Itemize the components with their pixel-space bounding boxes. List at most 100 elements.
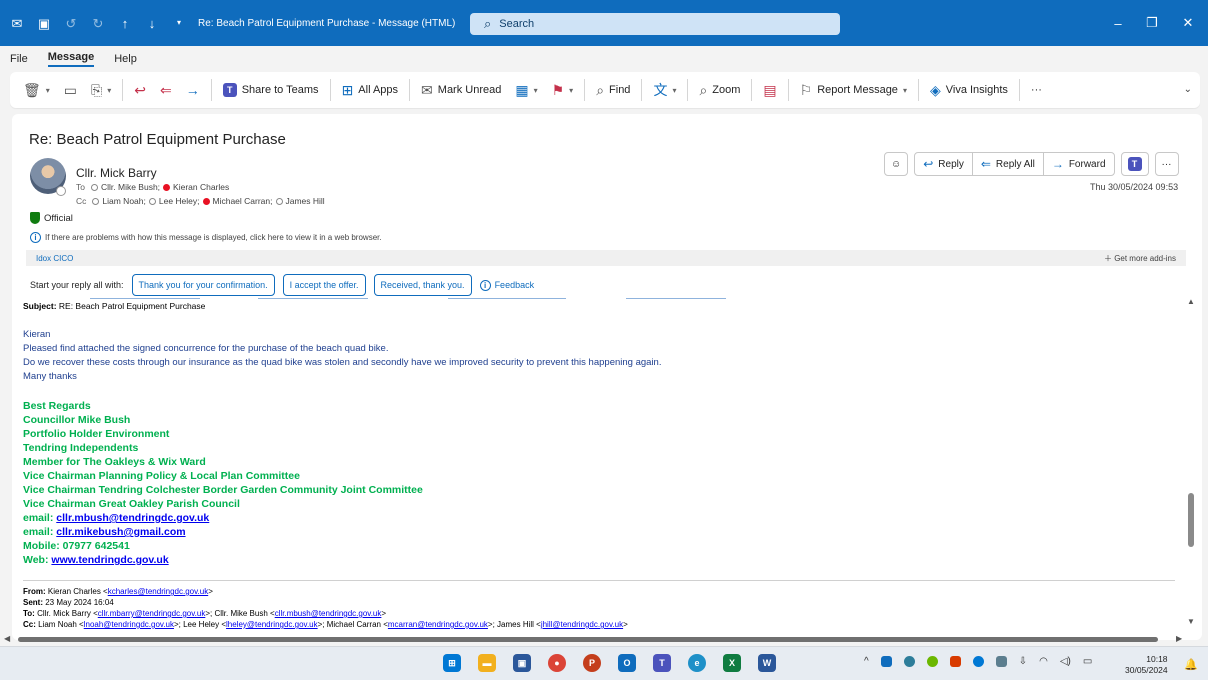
delete-button[interactable]: 🗑 ▾ (18, 77, 55, 103)
move-button[interactable]: ⎘ ▾ (86, 77, 116, 103)
get-more-addins-button[interactable]: ＋ Get more add-ins (1104, 253, 1176, 264)
recipient[interactable]: Kieran Charles (173, 182, 229, 192)
more-ribbon-button[interactable]: ··· (1026, 77, 1047, 103)
recipient[interactable]: Liam Noah; (102, 196, 145, 206)
suggested-reply-chip[interactable]: I accept the offer. (282, 274, 366, 296)
scroll-thumb[interactable] (1188, 493, 1194, 547)
categorize-button[interactable]: ▦ ▾ (510, 77, 542, 103)
save-icon[interactable]: ▣ (37, 16, 51, 30)
more-actions-button[interactable]: ··· (1154, 152, 1179, 176)
reply-all-ribbon-button[interactable]: ⇐ (155, 77, 177, 103)
scroll-thumb[interactable] (18, 637, 1158, 642)
notification-bell-icon[interactable]: 🔔 (1184, 658, 1198, 671)
scroll-left-icon[interactable]: ◀ (4, 634, 10, 643)
mark-unread-button[interactable]: ✉ Mark Unread (416, 77, 506, 103)
addin-idox-cico[interactable]: Idox CICO (36, 254, 73, 263)
excel-icon[interactable]: X (723, 654, 741, 672)
archive-button[interactable]: ▭ (59, 77, 82, 103)
outlook-icon[interactable]: O (618, 654, 636, 672)
feedback-button[interactable]: i Feedback (479, 279, 534, 291)
cc-label: Cc: (23, 620, 36, 629)
menu-file[interactable]: File (10, 53, 28, 65)
reply-ribbon-button[interactable]: ↩ (129, 77, 151, 103)
clock[interactable]: 10:18 30/05/2024 (1125, 654, 1168, 676)
flag-button[interactable]: ⚑ ▾ (547, 77, 579, 103)
display-info-bar[interactable]: i If there are problems with how this me… (30, 232, 382, 243)
email-link[interactable]: cllr.mikebush@gmail.com (56, 526, 185, 538)
customize-toolbar-icon[interactable]: ▾ (172, 16, 186, 30)
recipient[interactable]: Cllr. Mike Bush; (101, 182, 160, 192)
suggested-reply-chip[interactable]: Received, thank you. (373, 274, 472, 296)
email-link[interactable]: cllr.mbush@tendringdc.gov.uk (275, 609, 382, 618)
calendar-button[interactable]: ▤ (758, 77, 781, 103)
menu-message[interactable]: Message (47, 51, 95, 67)
word-icon[interactable]: W (758, 654, 776, 672)
quoted-headers: From: Kieran Charles <kcharles@tendringd… (23, 587, 628, 629)
previous-item-icon[interactable]: ↑ (118, 16, 132, 30)
powerpoint-icon[interactable]: P (583, 654, 601, 672)
cc-recipients: Cc Liam Noah; Lee Heley; Michael Carran;… (76, 196, 325, 206)
bluetooth-icon[interactable] (972, 656, 984, 667)
all-apps-button[interactable]: ⊞ All Apps (337, 77, 403, 103)
share-to-teams-button[interactable]: T Share to Teams (218, 77, 324, 103)
undo-icon[interactable]: ↺ (64, 16, 78, 30)
chrome-icon[interactable]: ● (548, 654, 566, 672)
emoji-reaction-button[interactable]: ☺ (884, 152, 909, 176)
store-icon[interactable]: ▣ (513, 654, 531, 672)
volume-icon[interactable]: ◁) (1060, 656, 1071, 667)
horizontal-scrollbar[interactable]: ◀ ▶ (4, 634, 1188, 645)
vertical-scrollbar[interactable]: ▲ ▼ (1184, 297, 1198, 627)
suggested-reply-chip[interactable]: Thank you for your confirmation. (131, 274, 275, 296)
forward-ribbon-button[interactable]: → (181, 77, 205, 103)
web-label: Web: (23, 554, 49, 566)
translate-button[interactable]: 文 ▾ (648, 77, 681, 103)
redo-icon[interactable]: ↻ (91, 16, 105, 30)
email-link[interactable]: jhill@tendringdc.gov.uk (541, 620, 623, 629)
scroll-up-icon[interactable]: ▲ (1187, 297, 1195, 306)
email-link[interactable]: lnoah@tendringdc.gov.uk (84, 620, 174, 629)
recipient[interactable]: Lee Heley; (159, 196, 200, 206)
reply-all-button[interactable]: ⇐ Reply All (973, 153, 1044, 175)
chevron-down-icon: ▾ (107, 85, 112, 95)
expand-ribbon-icon[interactable]: ⌄ (1184, 84, 1192, 95)
email-link[interactable]: mcarran@tendringdc.gov.uk (388, 620, 488, 629)
find-button[interactable]: ⌕ Find (591, 77, 635, 103)
restore-icon[interactable]: ❐ (1132, 0, 1172, 46)
scroll-down-icon[interactable]: ▼ (1187, 617, 1195, 626)
office-tray-icon[interactable] (949, 656, 961, 667)
email-link[interactable]: kcharles@tendringdc.gov.uk (108, 587, 208, 596)
email-link[interactable]: cllr.mbush@tendringdc.gov.uk (56, 512, 209, 524)
teams-button[interactable]: T (1120, 152, 1149, 176)
battery-icon[interactable]: ▭ (1083, 656, 1092, 667)
sender-name[interactable]: Cllr. Mick Barry (76, 166, 157, 180)
sync-tray-icon[interactable] (903, 656, 915, 667)
email-link[interactable]: cllr.mbarry@tendringdc.gov.uk (98, 609, 206, 618)
security-tray-icon[interactable] (995, 656, 1007, 667)
wifi-icon[interactable]: ◠ (1039, 656, 1048, 667)
search-box[interactable]: ⌕ Search (470, 13, 840, 35)
ribbon: 🗑 ▾ ▭ ⎘ ▾ ↩ ⇐ → T Share to Teams ⊞ All Apps … (10, 72, 1200, 108)
web-link[interactable]: www.tendringdc.gov.uk (51, 554, 168, 566)
recipient[interactable]: Michael Carran; (213, 196, 273, 206)
show-hidden-icons-icon[interactable]: ^ (864, 656, 869, 667)
close-icon[interactable]: ✕ (1168, 0, 1208, 46)
app-tray-icon[interactable] (926, 656, 938, 667)
recipient[interactable]: James Hill (286, 196, 325, 206)
report-message-button[interactable]: ⚐ Report Message ▾ (795, 77, 912, 103)
scroll-right-icon[interactable]: ▶ (1176, 634, 1182, 643)
start-icon[interactable]: ⊞ (443, 654, 461, 672)
menu-help[interactable]: Help (114, 53, 137, 65)
zoom-button[interactable]: ⌕ Zoom (694, 77, 745, 103)
viva-insights-button[interactable]: ◈ Viva Insights (925, 77, 1013, 103)
edge-icon[interactable]: e (688, 654, 706, 672)
ribbon-divider (584, 79, 586, 101)
usb-icon[interactable]: ⇩ (1019, 656, 1027, 667)
forward-button[interactable]: → Forward (1044, 153, 1114, 175)
email-link[interactable]: lheley@tendringdc.gov.uk (226, 620, 318, 629)
apps-icon: ⊞ (341, 82, 354, 98)
file-explorer-icon[interactable]: ▬ (478, 654, 496, 672)
outlook-tray-icon[interactable] (880, 656, 892, 667)
teams-icon[interactable]: T (653, 654, 671, 672)
reply-button[interactable]: ↩ Reply (915, 153, 973, 175)
next-item-icon[interactable]: ↓ (145, 16, 159, 30)
